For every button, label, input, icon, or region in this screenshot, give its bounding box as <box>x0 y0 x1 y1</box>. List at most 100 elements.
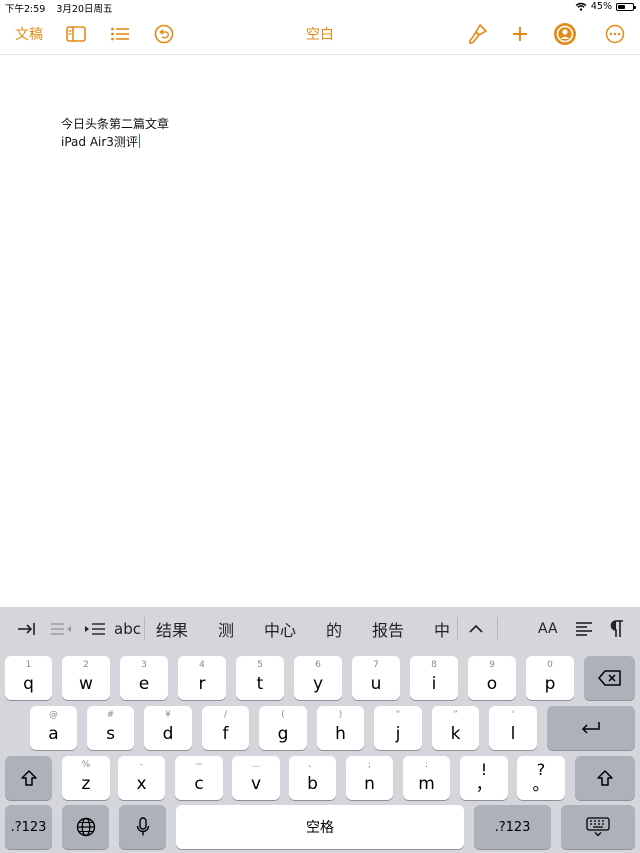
key-z[interactable]: % z <box>62 756 110 800</box>
key-label: w <box>79 674 93 694</box>
shift-key-left[interactable] <box>5 756 52 800</box>
tab-indent-icon <box>18 622 35 635</box>
collaborate-button[interactable] <box>550 14 580 54</box>
key-label: e <box>138 674 150 694</box>
key-hint: 5 <box>257 660 263 670</box>
undo-icon <box>154 24 174 44</box>
globe-icon <box>76 817 95 837</box>
key-hint: 6 <box>315 660 321 670</box>
key-j[interactable]: “j <box>374 706 422 750</box>
text-line-2-content: iPad Air3测评 <box>61 135 138 149</box>
document-title[interactable]: 空白 <box>306 24 334 44</box>
chevron-up-icon <box>469 624 483 633</box>
key-a[interactable]: @ a <box>30 706 77 750</box>
key-comma[interactable]: !， <box>460 756 508 800</box>
candidate-4[interactable]: 的 <box>326 607 342 650</box>
insert-button[interactable] <box>506 14 534 54</box>
candidate-1[interactable]: 结果 <box>156 607 188 650</box>
key-t[interactable]: 5t <box>236 656 284 700</box>
key-period[interactable]: ?。 <box>517 756 565 800</box>
key-i[interactable]: 8i <box>410 656 458 700</box>
shortcut-bar: abc 结果 测 中心 的 报告 中 AA <box>0 607 640 650</box>
expand-candidates-button[interactable] <box>468 607 484 650</box>
candidate-6[interactable]: 中 <box>434 607 450 650</box>
key-e[interactable]: 3e <box>120 656 168 700</box>
key-hint: 2 <box>83 660 89 670</box>
key-hint: 0 <box>547 660 553 670</box>
key-hint: % <box>81 760 91 770</box>
undo-button[interactable] <box>150 14 178 54</box>
key-hint: : <box>424 760 429 770</box>
more-button[interactable] <box>601 14 629 54</box>
abc-label: abc <box>114 619 141 638</box>
key-label: f <box>222 724 229 744</box>
key-label: 。 <box>532 775 550 795</box>
candidate-2[interactable]: 测 <box>218 607 234 650</box>
alignment-button[interactable] <box>575 607 593 650</box>
documents-button[interactable]: 文稿 <box>12 14 46 54</box>
bar-divider <box>144 617 145 640</box>
globe-key[interactable] <box>62 805 109 849</box>
key-label: h <box>335 724 346 744</box>
numbers-key-right[interactable]: .?123 <box>474 805 551 849</box>
font-size-button[interactable]: AA <box>538 607 558 650</box>
paragraph-button[interactable] <box>610 607 624 650</box>
document-body[interactable]: 今日头条第二篇文章 iPad Air3测评 <box>61 115 169 151</box>
documents-label: 文稿 <box>15 27 43 43</box>
outline-button[interactable] <box>106 14 134 54</box>
key-h[interactable]: ) h <box>317 706 364 750</box>
wifi-icon <box>575 2 587 11</box>
key-n[interactable]: ; n <box>346 756 393 800</box>
key-hint: 7 <box>373 660 379 670</box>
return-key[interactable] <box>547 706 635 750</box>
shift-key-right[interactable] <box>575 756 635 800</box>
key-label: d <box>162 724 174 744</box>
key-label: i <box>431 674 437 694</box>
key-s[interactable]: # s <box>87 706 134 750</box>
key-label: g <box>277 724 289 744</box>
key-hint: - <box>139 760 144 770</box>
key-p[interactable]: 0p <box>526 656 574 700</box>
spellcheck-button[interactable]: abc <box>114 607 141 650</box>
key-label: n <box>364 774 375 794</box>
dictation-key[interactable] <box>119 805 166 849</box>
key-m[interactable]: :m <box>403 756 450 800</box>
key-v[interactable]: … v <box>232 756 280 800</box>
key-k[interactable]: ” k <box>432 706 479 750</box>
key-c[interactable]: ~ c <box>175 756 223 800</box>
battery-icon <box>616 2 636 11</box>
key-label: z <box>81 774 91 794</box>
key-w[interactable]: 2w <box>62 656 110 700</box>
format-button[interactable] <box>464 14 492 54</box>
outdent-button[interactable] <box>50 607 72 650</box>
key-l[interactable]: ' l <box>489 706 537 750</box>
status-bar: 下午2:59 3月20日周五 45% <box>0 0 640 15</box>
numbers-key-left[interactable]: .?123 <box>5 805 52 849</box>
toolbar: 文稿 空白 <box>0 14 640 55</box>
key-label: c <box>194 774 204 794</box>
key-hint: ” <box>453 710 458 720</box>
indent-list-button[interactable] <box>84 607 106 650</box>
indent-button[interactable] <box>17 607 37 650</box>
bar-divider <box>497 617 498 640</box>
key-u[interactable]: 7u <box>352 656 400 700</box>
key-x[interactable]: -x <box>118 756 165 800</box>
key-d[interactable]: ¥ d <box>144 706 192 750</box>
key-label: m <box>418 774 435 794</box>
key-r[interactable]: 4r <box>178 656 226 700</box>
pilcrow-icon <box>610 619 623 637</box>
sidebar-toggle-button[interactable] <box>62 14 90 54</box>
key-f[interactable]: / f <box>202 706 249 750</box>
key-y[interactable]: 6y <box>294 656 342 700</box>
space-key[interactable]: 空格 <box>176 805 464 849</box>
key-b[interactable]: 、 b <box>289 756 336 800</box>
key-g[interactable]: (g <box>259 706 307 750</box>
key-q[interactable]: 1q <box>5 656 52 700</box>
candidate-3[interactable]: 中心 <box>264 607 296 650</box>
backspace-key[interactable] <box>584 656 635 700</box>
dismiss-keyboard-key[interactable] <box>561 805 635 849</box>
candidate-5[interactable]: 报告 <box>372 607 404 650</box>
key-o[interactable]: 9o <box>468 656 516 700</box>
key-hint: 3 <box>141 660 147 670</box>
key-hint: 、 <box>307 760 317 770</box>
